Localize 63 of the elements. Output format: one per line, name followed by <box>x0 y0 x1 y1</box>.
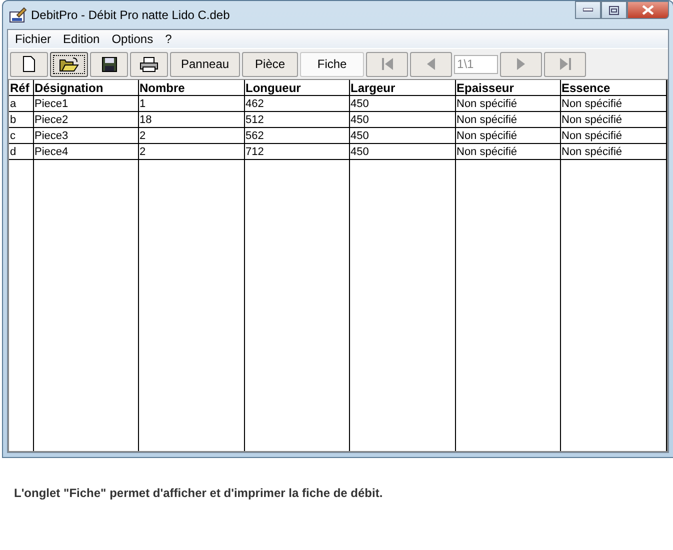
previous-icon <box>427 58 436 70</box>
table-cell: 562 <box>244 128 349 144</box>
page-field[interactable]: 1\1 <box>454 54 498 74</box>
table-cell: 512 <box>244 112 349 128</box>
table-cell: 712 <box>244 144 349 160</box>
table-cell: Non spécifié <box>560 96 666 112</box>
window-title: DebitPro - Débit Pro natte Lido C.deb <box>31 8 231 22</box>
close-icon <box>642 5 654 15</box>
maximize-button[interactable] <box>601 1 627 19</box>
toolbar-button[interactable] <box>10 52 48 76</box>
table-cell: Non spécifié <box>560 144 666 160</box>
table-cell: Non spécifié <box>455 112 560 128</box>
table-cell: d <box>9 144 33 160</box>
table-cell: 1 <box>138 96 244 112</box>
menu-item[interactable]: Fichier <box>10 32 58 46</box>
table-cell: 462 <box>244 96 349 112</box>
maximize-icon <box>609 6 619 14</box>
tab[interactable]: Fiche <box>300 52 364 76</box>
table-cell: 2 <box>138 128 244 144</box>
table-cell: Non spécifié <box>455 96 560 112</box>
table-cell: b <box>9 112 33 128</box>
table-cell: 2 <box>138 144 244 160</box>
column-header: Epaisseur <box>455 80 560 96</box>
table-cell: 18 <box>138 112 244 128</box>
caption: L'onglet "Fiche" permet d'afficher et d'imprimer la fiche de débit. <box>14 486 384 500</box>
column-header: Longueur <box>244 80 349 96</box>
last-icon <box>560 58 571 70</box>
table-cell: Piece4 <box>33 144 138 160</box>
toolbar-button[interactable] <box>130 52 168 76</box>
menu-item[interactable]: Edition <box>58 32 107 46</box>
table-cell: 450 <box>349 96 455 112</box>
first-icon <box>382 58 393 70</box>
app-icon <box>9 6 27 24</box>
menu-item[interactable]: ? <box>160 32 179 46</box>
table-cell: Non spécifié <box>560 112 666 128</box>
column-header: Désignation <box>33 80 138 96</box>
column-header: Largeur <box>349 80 455 96</box>
minimize-button[interactable] <box>575 1 601 19</box>
minimize-icon <box>583 8 593 12</box>
table-cell: Piece3 <box>33 128 138 144</box>
document-icon <box>23 56 35 72</box>
printer-icon <box>140 56 158 72</box>
toolbar-button[interactable] <box>50 52 88 76</box>
table-cell: 450 <box>349 112 455 128</box>
table-cell: a <box>9 96 33 112</box>
toolbar-button[interactable] <box>90 52 128 76</box>
table-cell: c <box>9 128 33 144</box>
next-icon <box>517 58 526 70</box>
table-cell: 450 <box>349 128 455 144</box>
table-cell: Non spécifié <box>560 128 666 144</box>
folder-icon <box>59 56 79 72</box>
table-cell: Piece1 <box>33 96 138 112</box>
column-header: Essence <box>560 80 666 96</box>
tab[interactable]: Pièce <box>242 52 298 76</box>
table-cell: Piece2 <box>33 112 138 128</box>
menu-item[interactable]: Options <box>106 32 160 46</box>
close-button[interactable] <box>627 1 669 19</box>
table-cell: 450 <box>349 144 455 160</box>
column-header: Réf <box>9 80 33 96</box>
tab[interactable]: Panneau <box>170 52 240 76</box>
table-cell: Non spécifié <box>455 128 560 144</box>
column-header: Nombre <box>138 80 244 96</box>
table-cell: Non spécifié <box>455 144 560 160</box>
